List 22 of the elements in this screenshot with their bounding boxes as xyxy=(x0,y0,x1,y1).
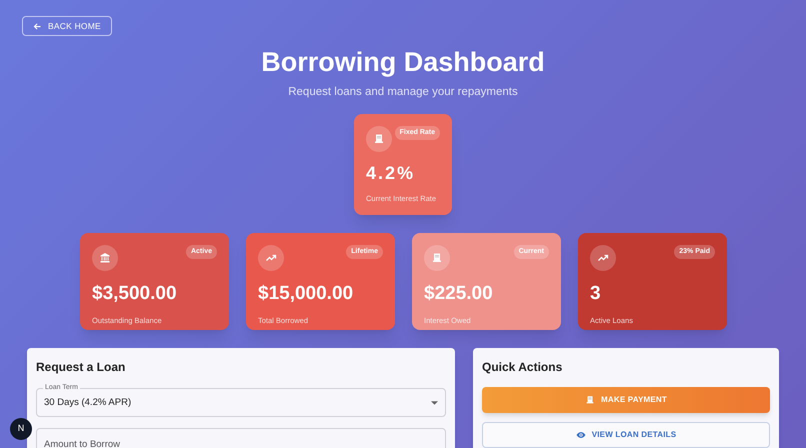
make-payment-button[interactable]: MAKE PAYMENT xyxy=(482,387,770,414)
bank-icon xyxy=(99,252,111,264)
caret-down-icon xyxy=(431,400,438,405)
dev-tools-badge[interactable]: N xyxy=(10,418,32,440)
receipt-icon xyxy=(431,252,443,264)
eye-icon xyxy=(576,430,586,440)
stat-value: $15,000.00 xyxy=(258,282,354,306)
stat-value: 3 xyxy=(590,282,602,306)
arrow-left-icon xyxy=(33,22,42,30)
page-title: Borrowing Dashboard xyxy=(261,46,545,79)
stat-value: $225.00 xyxy=(424,282,494,306)
stat-value: $3,500.00 xyxy=(92,282,178,306)
view-details-button[interactable]: VIEW LOAN DETAILS xyxy=(482,422,770,448)
amount-input[interactable]: Amount to Borrow xyxy=(36,428,446,448)
receipt-icon xyxy=(373,133,385,146)
back-home-button[interactable]: BACK HOME xyxy=(22,16,112,36)
panel-title: Quick Actions xyxy=(482,359,564,376)
panel-title: Request a Loan xyxy=(36,359,126,376)
page-subtitle: Request loans and manage your repayments xyxy=(288,85,518,100)
stat-value: 4.2% xyxy=(366,162,416,186)
select-value: 30 Days (4.2% APR) xyxy=(44,396,132,410)
receipt-icon xyxy=(585,395,596,406)
